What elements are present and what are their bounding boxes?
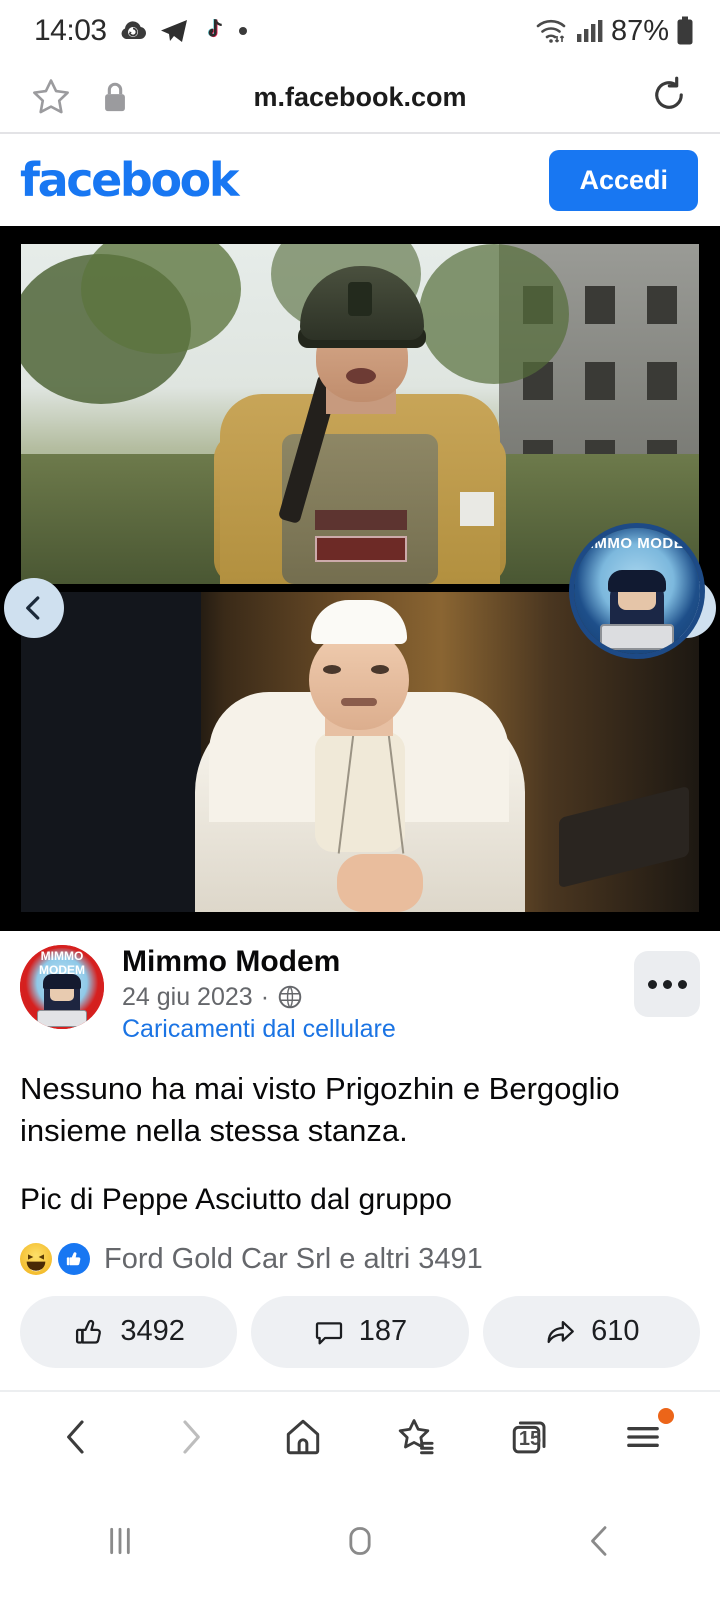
ellipsis-icon [662, 979, 672, 989]
like-button[interactable]: 3492 [20, 1295, 238, 1368]
status-bar-right: 87% [535, 15, 694, 48]
watermark-text: MIMMO MODEM [576, 535, 698, 552]
share-arrow-icon [543, 1315, 577, 1349]
post-actions: 3492 187 610 [20, 1295, 700, 1368]
post-text: Nessuno ha mai visto Prigozhin e Bergogl… [20, 1068, 700, 1152]
telegram-icon [159, 18, 189, 44]
watermark-badge: MIMMO MODEM [574, 528, 700, 654]
top-image [21, 244, 699, 584]
status-time: 14:03 [34, 14, 107, 47]
comment-bubble-icon [313, 1316, 345, 1348]
share-count: 610 [591, 1315, 640, 1348]
system-recents-button[interactable] [75, 1506, 165, 1576]
share-button[interactable]: 610 [482, 1295, 700, 1368]
post-menu-button[interactable] [634, 951, 700, 1017]
cellular-signal-icon [576, 18, 604, 44]
post-source-link[interactable]: Caricamenti dal cellulare [122, 1015, 634, 1044]
author-name[interactable]: Mimmo Modem [122, 945, 634, 980]
post-text-line-1: Nessuno ha mai visto Prigozhin e Bergogl… [20, 1070, 620, 1106]
globe-icon [277, 984, 303, 1010]
facebook-header: facebook Accedi [0, 134, 720, 226]
post-date-row: 24 giu 2023 · [122, 983, 634, 1012]
ellipsis-icon [677, 979, 687, 989]
haha-icon [20, 1243, 52, 1276]
menu-badge-dot [658, 1408, 675, 1424]
like-count: 3492 [120, 1315, 185, 1348]
browser-back-button[interactable] [42, 1402, 112, 1472]
wifi-icon [535, 17, 569, 45]
browser-menu-button[interactable] [608, 1402, 678, 1472]
facebook-logo[interactable]: facebook [20, 153, 239, 207]
browser-tabs-button[interactable]: 15 [495, 1402, 565, 1472]
avatar-label: MIMMO MODEM [39, 949, 85, 977]
system-navigation-bar [0, 1482, 720, 1600]
browser-home-button[interactable] [268, 1402, 338, 1472]
carousel-prev-button[interactable] [4, 578, 64, 638]
thumbs-up-icon [72, 1315, 106, 1349]
post-date: 24 giu 2023 [122, 982, 253, 1011]
like-icon [58, 1243, 90, 1276]
soldier-figure [214, 266, 506, 584]
post-author-meta: Mimmo Modem 24 giu 2023 · Caricamenti da… [122, 945, 634, 1044]
battery-icon [676, 16, 694, 46]
cloud-sync-icon [118, 19, 148, 43]
post-text-line-2: insieme nella stessa stanza. [20, 1112, 408, 1148]
battery-percent: 87% [610, 14, 669, 47]
reactions-text: Ford Gold Car Srl e altri 3491 [104, 1242, 483, 1275]
url-bar-left-icons [30, 76, 128, 118]
avatar[interactable]: MIMMO MODEM [20, 945, 104, 1029]
login-button[interactable]: Accedi [549, 149, 698, 211]
post-author-row: MIMMO MODEM Mimmo Modem 24 giu 2023 · Ca… [20, 931, 700, 1044]
post-media[interactable]: MIMMO MODEM [0, 226, 720, 931]
status-bar: 14:03 87% [0, 0, 720, 62]
browser-url-bar[interactable]: m.facebook.com [0, 62, 720, 132]
dot-icon [237, 25, 249, 37]
ellipsis-icon [647, 979, 657, 989]
system-home-button[interactable] [315, 1506, 405, 1576]
system-back-button[interactable] [555, 1506, 645, 1576]
tiktok-icon [200, 17, 226, 45]
comment-count: 187 [358, 1315, 408, 1348]
pope-figure [195, 600, 525, 912]
chevron-left-icon [19, 593, 49, 623]
browser-forward-button[interactable] [155, 1402, 225, 1472]
browser-bookmarks-button[interactable] [382, 1402, 452, 1472]
reload-icon[interactable] [648, 74, 690, 121]
browser-bottom-nav: 15 [0, 1390, 720, 1482]
comment-button[interactable]: 187 [251, 1295, 469, 1368]
reactions-summary[interactable]: Ford Gold Car Srl e altri 3491 [20, 1243, 700, 1276]
lock-icon [102, 80, 128, 114]
separator-dot: · [260, 982, 270, 1011]
status-bar-left: 14:03 [34, 14, 249, 48]
star-icon[interactable] [30, 76, 72, 118]
post-text-secondary: Pic di Peppe Asciutto dal gruppo [20, 1182, 452, 1216]
tab-count: 15 [518, 1428, 542, 1450]
post-container: MIMMO MODEM Mimmo Modem 24 giu 2023 · Ca… [0, 931, 720, 1430]
